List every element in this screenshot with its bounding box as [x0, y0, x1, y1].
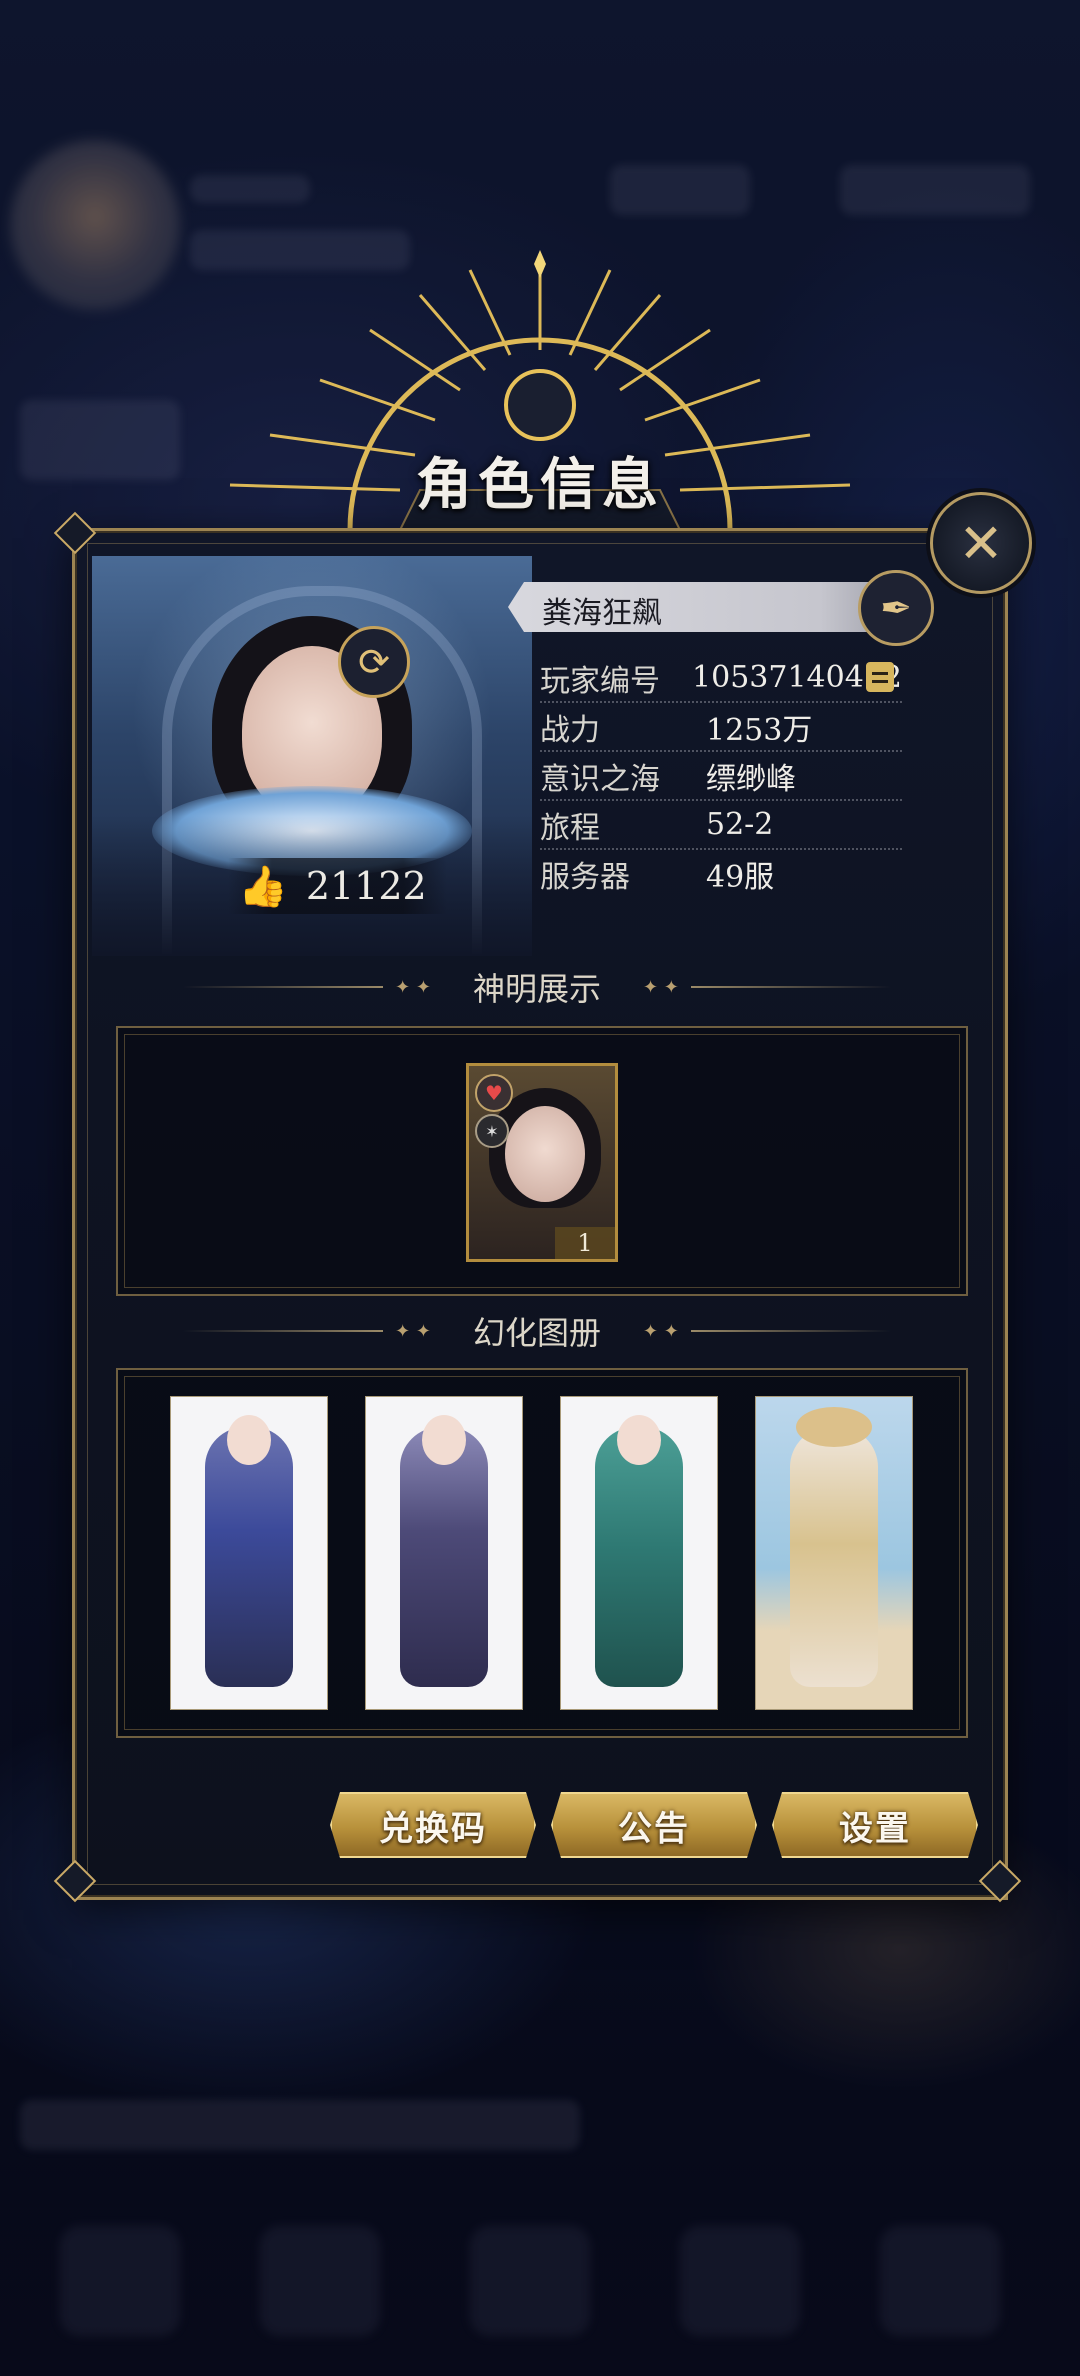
info-value: 1253万: [706, 712, 813, 748]
skin-head: [227, 1415, 271, 1465]
close-button[interactable]: ✕: [930, 492, 1032, 594]
player-name: 粪海狂飙: [542, 596, 662, 631]
info-value: 52-2: [706, 807, 774, 842]
divider-line: [690, 1330, 891, 1332]
player-info-list: 玩家编号 10537140472 战力 1253万 意识之海 缥缈峰 旅程 52…: [540, 654, 902, 897]
dialog-title: 角色信息: [416, 452, 664, 518]
divider-line: [183, 986, 384, 988]
skin-figure: [790, 1427, 878, 1687]
settings-button[interactable]: 设置: [772, 1792, 978, 1858]
gods-section-title: 神明展示: [472, 970, 601, 1008]
info-label: 意识之海: [540, 761, 660, 797]
skin-card[interactable]: [365, 1396, 523, 1710]
info-row-sea: 意识之海 缥缈峰: [540, 752, 902, 801]
info-row-server: 服务器 49服: [540, 850, 902, 897]
like-count: 21122: [305, 864, 427, 908]
close-x-icon: ✕: [958, 511, 1004, 575]
divider-ornament-icon: ✦ ✦: [643, 1320, 679, 1342]
heart-icon: ♥: [475, 1074, 513, 1112]
info-row-power: 战力 1253万: [540, 703, 902, 752]
info-row-player-id: 玩家编号 10537140472: [540, 654, 902, 703]
divider-line: [690, 986, 891, 988]
info-label: 玩家编号: [540, 663, 660, 699]
info-label: 战力: [540, 712, 600, 748]
gallery-section-header: ✦ ✦ 幻化图册 ✦ ✦: [72, 1306, 1002, 1356]
skin-head: [617, 1415, 661, 1465]
gallery-section-title: 幻化图册: [472, 1314, 601, 1352]
skin-figure: [205, 1427, 293, 1687]
change-portrait-refresh-icon[interactable]: ⟳: [338, 626, 410, 698]
divider-line: [183, 1330, 384, 1332]
god-card[interactable]: ♥ ✶ 1: [466, 1063, 618, 1262]
like-counter[interactable]: 👍 21122: [228, 858, 447, 914]
redeem-code-button[interactable]: 兑换码: [330, 1792, 536, 1858]
class-badge-icon: ✶: [475, 1114, 509, 1148]
info-row-journey: 旅程 52-2: [540, 801, 902, 850]
divider-ornament-icon: ✦ ✦: [395, 1320, 431, 1342]
copy-id-icon[interactable]: [866, 662, 894, 692]
divider-ornament-icon: ✦ ✦: [395, 976, 431, 998]
skin-figure: [400, 1427, 488, 1687]
god-card-level: 1: [555, 1227, 615, 1259]
god-card-face: [505, 1106, 585, 1202]
notice-button[interactable]: 公告: [551, 1792, 757, 1858]
thumbs-up-icon: 👍: [238, 863, 288, 910]
skin-figure: [595, 1427, 683, 1687]
skin-card[interactable]: [170, 1396, 328, 1710]
gods-section-header: ✦ ✦ 神明展示 ✦ ✦: [72, 962, 1002, 1012]
skin-head: [422, 1415, 466, 1465]
info-value: 49服: [706, 859, 775, 895]
skin-card[interactable]: [755, 1396, 913, 1710]
skin-sunhat: [796, 1407, 872, 1447]
edit-name-quill-icon[interactable]: ✒: [858, 570, 934, 646]
info-value: 缥缈峰: [706, 761, 796, 797]
player-name-banner: 粪海狂飙: [508, 582, 898, 632]
divider-ornament-icon: ✦ ✦: [643, 976, 679, 998]
info-label: 服务器: [540, 859, 630, 895]
skin-card[interactable]: [560, 1396, 718, 1710]
info-label: 旅程: [540, 810, 600, 846]
